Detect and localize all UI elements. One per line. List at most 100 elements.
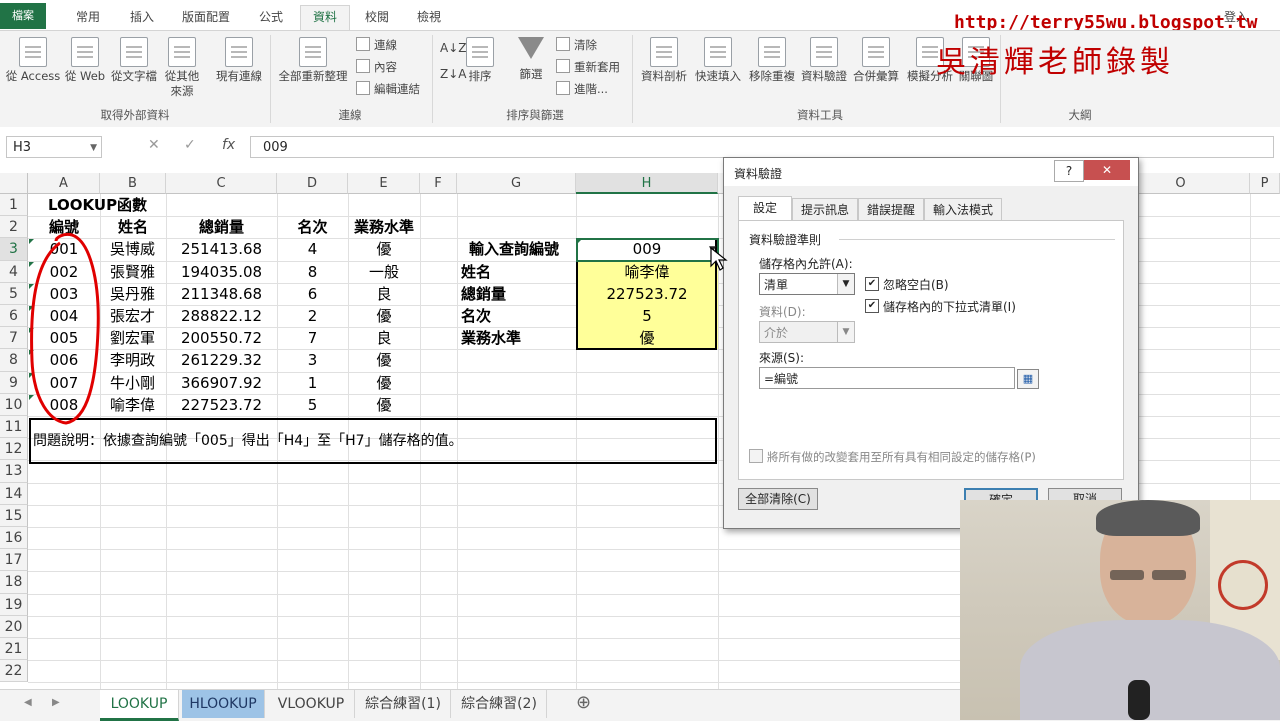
tab-input-message[interactable]: 提示訊息 (792, 198, 858, 221)
edit-links-button[interactable]: 編輯連結 (356, 79, 420, 99)
row-header[interactable]: 22 (0, 660, 28, 683)
table-cell[interactable]: 李明政 (100, 349, 176, 371)
lookup-label[interactable]: 名次 (457, 305, 580, 327)
table-cell[interactable]: 227523.72 (166, 394, 277, 416)
tab-formulas[interactable]: 公式 (248, 6, 294, 30)
advanced-filter-button[interactable]: 進階... (556, 79, 608, 99)
sheet-tab-lookup[interactable]: LOOKUP (100, 690, 179, 721)
column-header[interactable]: G (457, 173, 576, 194)
apply-all-checkbox[interactable] (749, 449, 763, 463)
consolidate-button[interactable]: 合併彙算 (850, 37, 902, 84)
range-picker-icon[interactable]: ▦ (1017, 369, 1039, 389)
close-icon[interactable]: ✕ (1084, 160, 1130, 180)
tab-insert[interactable]: 插入 (118, 6, 166, 30)
row-header[interactable]: 13 (0, 460, 28, 483)
lookup-label[interactable]: 姓名 (457, 261, 580, 283)
table-cell[interactable]: 良 (348, 283, 420, 305)
name-box[interactable]: H3 ▼ (6, 136, 102, 158)
help-icon[interactable]: ? (1054, 160, 1084, 182)
table-cell[interactable]: 牛小剛 (100, 372, 176, 394)
table-cell[interactable]: 211348.68 (166, 283, 277, 305)
sheet-tab-practice-2[interactable]: 綜合練習(2) (452, 690, 547, 718)
table-cell[interactable]: 一般 (348, 261, 420, 283)
cancel-icon[interactable]: ✕ (148, 137, 160, 153)
sort-button[interactable]: 排序 (462, 37, 498, 84)
row-header[interactable]: 14 (0, 482, 28, 505)
dialog-titlebar[interactable]: 資料驗證 ? ✕ (724, 158, 1138, 186)
enter-icon[interactable]: ✓ (184, 137, 196, 153)
data-validation-button[interactable]: 資料驗證 (798, 37, 850, 84)
table-cell[interactable]: 194035.08 (166, 261, 277, 283)
table-cell[interactable]: 251413.68 (166, 238, 277, 260)
ignore-blank-checkbox[interactable]: ✔ (865, 277, 879, 291)
column-title[interactable]: 業務水準 (348, 216, 420, 238)
tab-review[interactable]: 校閱 (354, 6, 400, 30)
table-cell[interactable]: 吳博威 (100, 238, 176, 260)
sheet-tab-hlookup[interactable]: HLOOKUP (182, 690, 265, 718)
lookup-label[interactable]: 總銷量 (457, 283, 580, 305)
table-cell[interactable]: 1 (277, 372, 348, 394)
tab-home[interactable]: 常用 (64, 6, 112, 30)
column-title[interactable]: 名次 (277, 216, 348, 238)
table-cell[interactable]: 3 (277, 349, 348, 371)
tab-page-layout[interactable]: 版面配置 (172, 6, 240, 30)
tab-file[interactable]: 檔案 (0, 3, 46, 29)
table-cell[interactable]: 200550.72 (166, 327, 277, 349)
existing-connections-button[interactable]: 現有連線 (210, 37, 268, 84)
sheet-tab-vlookup[interactable]: VLOOKUP (268, 690, 355, 718)
row-header[interactable]: 21 (0, 638, 28, 661)
text-to-columns-button[interactable]: 資料剖析 (638, 37, 690, 84)
column-header[interactable]: A (28, 173, 100, 194)
scroll-left-icon[interactable]: ◀ (24, 697, 32, 708)
table-cell[interactable]: 優 (348, 394, 420, 416)
table-cell[interactable]: 優 (348, 305, 420, 327)
select-all-corner[interactable] (0, 173, 28, 194)
remove-duplicates-button[interactable]: 移除重複 (746, 37, 798, 84)
column-header[interactable]: B (100, 173, 166, 194)
table-cell[interactable]: 喻李偉 (100, 394, 176, 416)
table-cell[interactable]: 吳丹雅 (100, 283, 176, 305)
flash-fill-button[interactable]: 快速填入 (692, 37, 744, 84)
row-header[interactable]: 17 (0, 549, 28, 572)
refresh-all-button[interactable]: 全部重新整理 (274, 37, 352, 84)
column-header[interactable]: F (420, 173, 457, 194)
table-cell[interactable]: 6 (277, 283, 348, 305)
column-header[interactable]: D (277, 173, 348, 194)
insert-function-icon[interactable]: fx (222, 137, 235, 153)
tab-ime-mode[interactable]: 輸入法模式 (924, 198, 1002, 221)
table-cell[interactable]: 2 (277, 305, 348, 327)
row-header[interactable]: 1 (0, 194, 28, 217)
column-header[interactable]: E (348, 173, 420, 194)
from-access-button[interactable]: 從 Access (4, 37, 62, 84)
connections-button[interactable]: 連線 (356, 35, 397, 55)
allow-select[interactable]: 清單 ▼ (759, 273, 855, 295)
table-cell[interactable]: 優 (348, 349, 420, 371)
row-header[interactable]: 19 (0, 593, 28, 616)
clear-all-button[interactable]: 全部清除(C) (738, 488, 818, 510)
row-header[interactable]: 16 (0, 527, 28, 550)
column-header[interactable]: P (1250, 173, 1280, 194)
table-cell[interactable]: 366907.92 (166, 372, 277, 394)
in-cell-dropdown-checkbox[interactable]: ✔ (865, 299, 879, 313)
lookup-label[interactable]: 輸入查詢編號 (457, 238, 588, 260)
add-sheet-icon[interactable]: ⊕ (576, 692, 591, 713)
table-cell[interactable]: 優 (348, 372, 420, 394)
table-cell[interactable]: 張宏才 (100, 305, 176, 327)
table-cell[interactable]: 劉宏軍 (100, 327, 176, 349)
column-header[interactable]: H (576, 173, 718, 194)
tab-data[interactable]: 資料 (300, 5, 350, 31)
from-text-button[interactable]: 從文字檔 (108, 37, 160, 84)
active-cell-h3[interactable] (576, 238, 719, 262)
row-header[interactable]: 12 (0, 438, 28, 461)
clear-filter-button[interactable]: 清除 (556, 35, 597, 55)
table-cell[interactable]: 5 (277, 394, 348, 416)
filter-button[interactable]: 篩選 (512, 37, 550, 82)
table-cell[interactable]: 261229.32 (166, 349, 277, 371)
table-cell[interactable]: 8 (277, 261, 348, 283)
lookup-label[interactable]: 業務水準 (457, 327, 580, 349)
from-other-sources-button[interactable]: 從其他 來源 (160, 37, 204, 99)
from-web-button[interactable]: 從 Web (62, 37, 108, 84)
table-cell[interactable]: 4 (277, 238, 348, 260)
table-cell[interactable]: 288822.12 (166, 305, 277, 327)
formula-input[interactable]: 009 (250, 136, 1274, 158)
